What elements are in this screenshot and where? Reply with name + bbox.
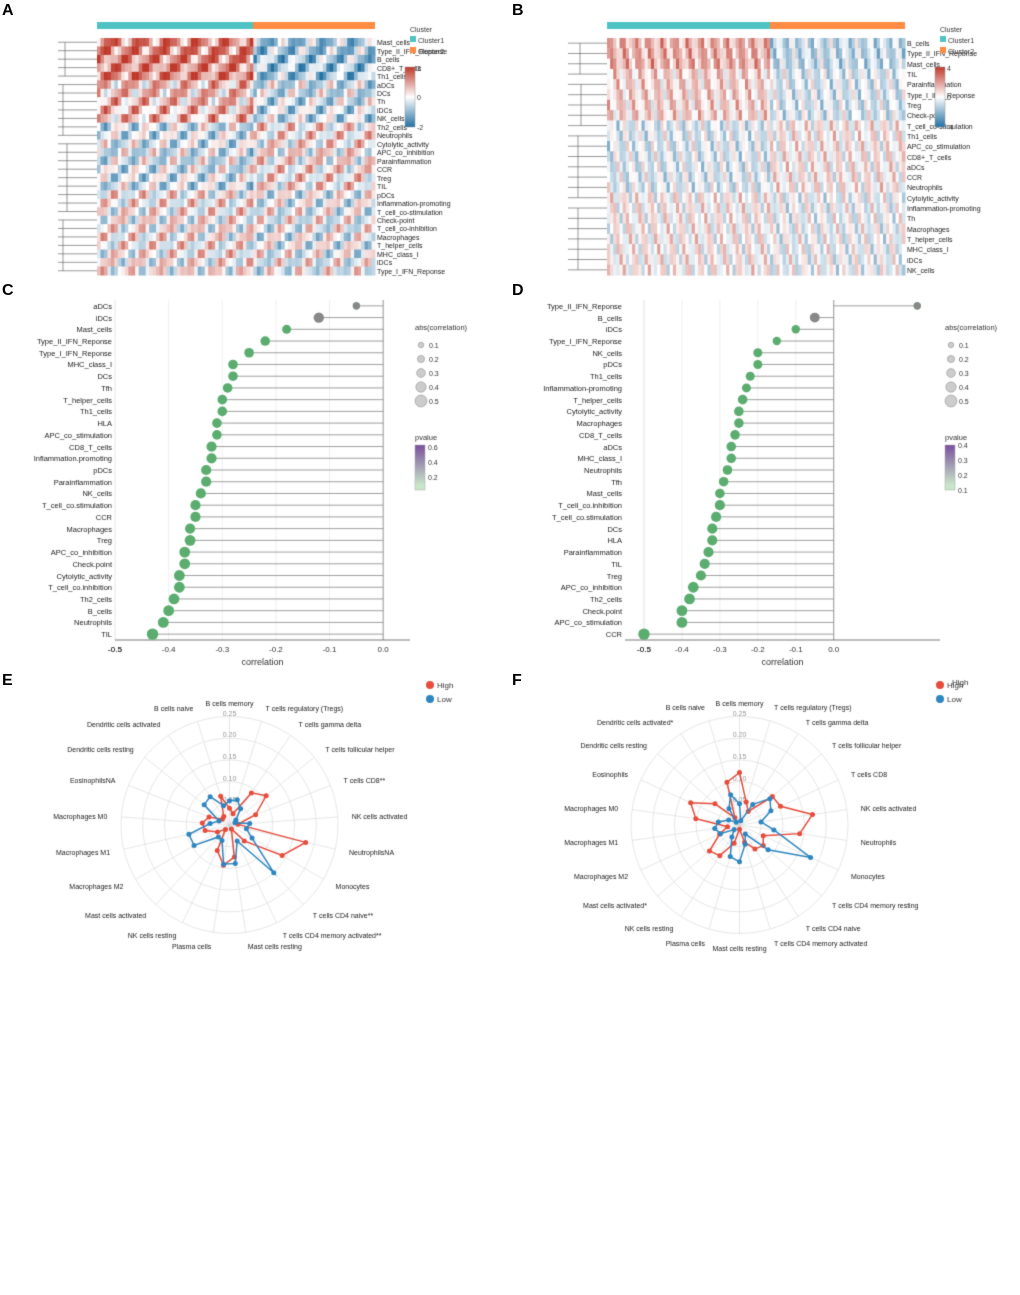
heatmap-a-canvas	[0, 0, 490, 280]
panel-b: B	[510, 0, 1020, 280]
lollipop-c-canvas	[0, 280, 490, 670]
panel-a: A	[0, 0, 490, 280]
panel-b-label: B	[512, 2, 524, 20]
radar-f-canvas	[510, 670, 1020, 980]
panel-d-label: D	[512, 282, 524, 300]
panel-a-label: A	[2, 2, 14, 20]
panel-e-label: E	[2, 672, 13, 690]
panel-c-label: C	[2, 282, 14, 300]
panel-c: C	[0, 280, 490, 670]
panel-f: F	[510, 670, 1020, 980]
radar-e-canvas	[0, 670, 510, 980]
panel-e: E	[0, 670, 510, 980]
panel-d: D	[510, 280, 1020, 670]
lollipop-d-canvas	[510, 280, 1020, 670]
heatmap-b-canvas	[510, 0, 1020, 280]
panel-f-label: F	[512, 672, 522, 690]
